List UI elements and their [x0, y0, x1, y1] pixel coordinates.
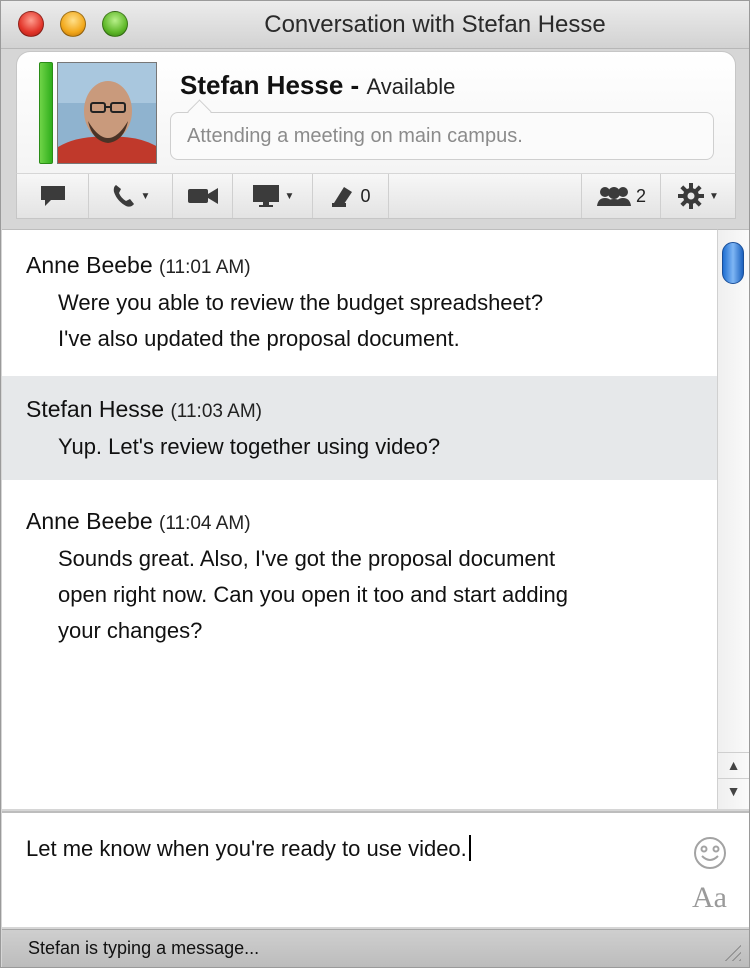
video-camera-icon	[187, 188, 218, 204]
message-item: Stefan Hesse (11:03 AM) Yup. Let's revie…	[2, 376, 717, 480]
message-sender: Anne Beebe	[26, 508, 153, 534]
compose-input[interactable]: Let me know when you're ready to use vid…	[26, 835, 471, 862]
message-header: Anne Beebe (11:01 AM)	[26, 252, 251, 279]
message-text: Sounds great. Also, I've got the proposa…	[58, 546, 556, 571]
video-button[interactable]	[173, 174, 233, 218]
text-caret	[468, 835, 471, 861]
file-transfer-button[interactable]: 0	[313, 174, 389, 218]
message-header: Stefan Hesse (11:03 AM)	[26, 396, 262, 423]
resize-grip-icon[interactable]	[723, 943, 741, 961]
status-message: Attending a meeting on main campus.	[187, 125, 523, 147]
message-item: Anne Beebe (11:01 AM) Were you able to r…	[2, 230, 717, 376]
phone-icon	[113, 185, 134, 207]
scroll-thumb[interactable]	[722, 242, 744, 284]
call-button[interactable]: ▼	[89, 174, 173, 218]
message-time: (11:04 AM)	[159, 513, 251, 534]
message-header: Anne Beebe (11:04 AM)	[26, 508, 251, 535]
settings-button[interactable]: ▼	[661, 174, 735, 218]
chevron-down-icon[interactable]: ▼	[709, 191, 719, 202]
scroll-up-button[interactable]: ▲	[718, 752, 749, 776]
message-time: (11:03 AM)	[170, 401, 263, 422]
conversation-toolbar: ▼ ▼ 0 2 ▼	[16, 173, 736, 219]
message-text: Were you able to review the budget sprea…	[58, 290, 544, 315]
message-compose[interactable]: Let me know when you're ready to use vid…	[2, 811, 749, 927]
participants-count: 2	[635, 185, 646, 206]
contact-presence: Available	[366, 74, 456, 99]
screen-share-icon	[252, 185, 279, 207]
message-text: I've also updated the proposal document.	[58, 326, 460, 351]
contact-separator: -	[350, 70, 360, 100]
message-sender: Anne Beebe	[26, 252, 153, 278]
message-text: open right now. Can you open it too and …	[58, 582, 569, 607]
participants-button[interactable]: 2	[581, 174, 661, 218]
window-title: Conversation with Stefan Hesse	[264, 11, 606, 38]
contact-header: Stefan Hesse - Available Attending a mee…	[16, 51, 736, 173]
title-bar[interactable]: Conversation with Stefan Hesse	[1, 1, 749, 49]
message-text: your changes?	[58, 618, 203, 643]
message-history[interactable]: Anne Beebe (11:01 AM) Were you able to r…	[2, 229, 717, 809]
font-button[interactable]: Aa	[692, 881, 727, 915]
chevron-down-icon[interactable]: ▼	[285, 191, 295, 202]
conversation-window: Conversation with Stefan Hesse Stefan He…	[0, 0, 750, 968]
contact-name-line: Stefan Hesse - Available	[180, 70, 455, 101]
contact-name: Stefan Hesse	[180, 70, 344, 100]
presence-indicator	[39, 62, 53, 164]
compose-input-value: Let me know when you're ready to use vid…	[26, 836, 467, 861]
smiley-icon	[694, 837, 726, 869]
chat-bubble-icon	[40, 186, 65, 206]
avatar[interactable]	[57, 62, 157, 164]
screen-share-button[interactable]: ▼	[233, 174, 313, 218]
message-sender: Stefan Hesse	[26, 396, 165, 422]
message-item: Anne Beebe (11:04 AM) Sounds great. Also…	[2, 480, 717, 650]
message-text: Yup. Let's review together using video?	[58, 434, 441, 459]
status-bar: Stefan is typing a message...	[2, 929, 749, 967]
emoticon-button[interactable]	[692, 835, 728, 871]
file-transfer-count: 0	[360, 185, 371, 206]
typing-indicator: Stefan is typing a message...	[28, 938, 260, 958]
gear-icon	[678, 183, 705, 209]
participants-icon	[596, 187, 631, 206]
chat-button[interactable]	[17, 174, 89, 218]
status-message-bubble: Attending a meeting on main campus.	[170, 112, 714, 160]
scroll-down-button[interactable]: ▼	[718, 778, 749, 802]
message-scrollbar[interactable]: ▲ ▼	[717, 229, 749, 809]
chevron-down-icon[interactable]: ▼	[141, 191, 151, 202]
contact-photo-icon	[58, 63, 156, 163]
message-time: (11:01 AM)	[159, 257, 251, 278]
file-transfer-icon	[332, 187, 353, 207]
